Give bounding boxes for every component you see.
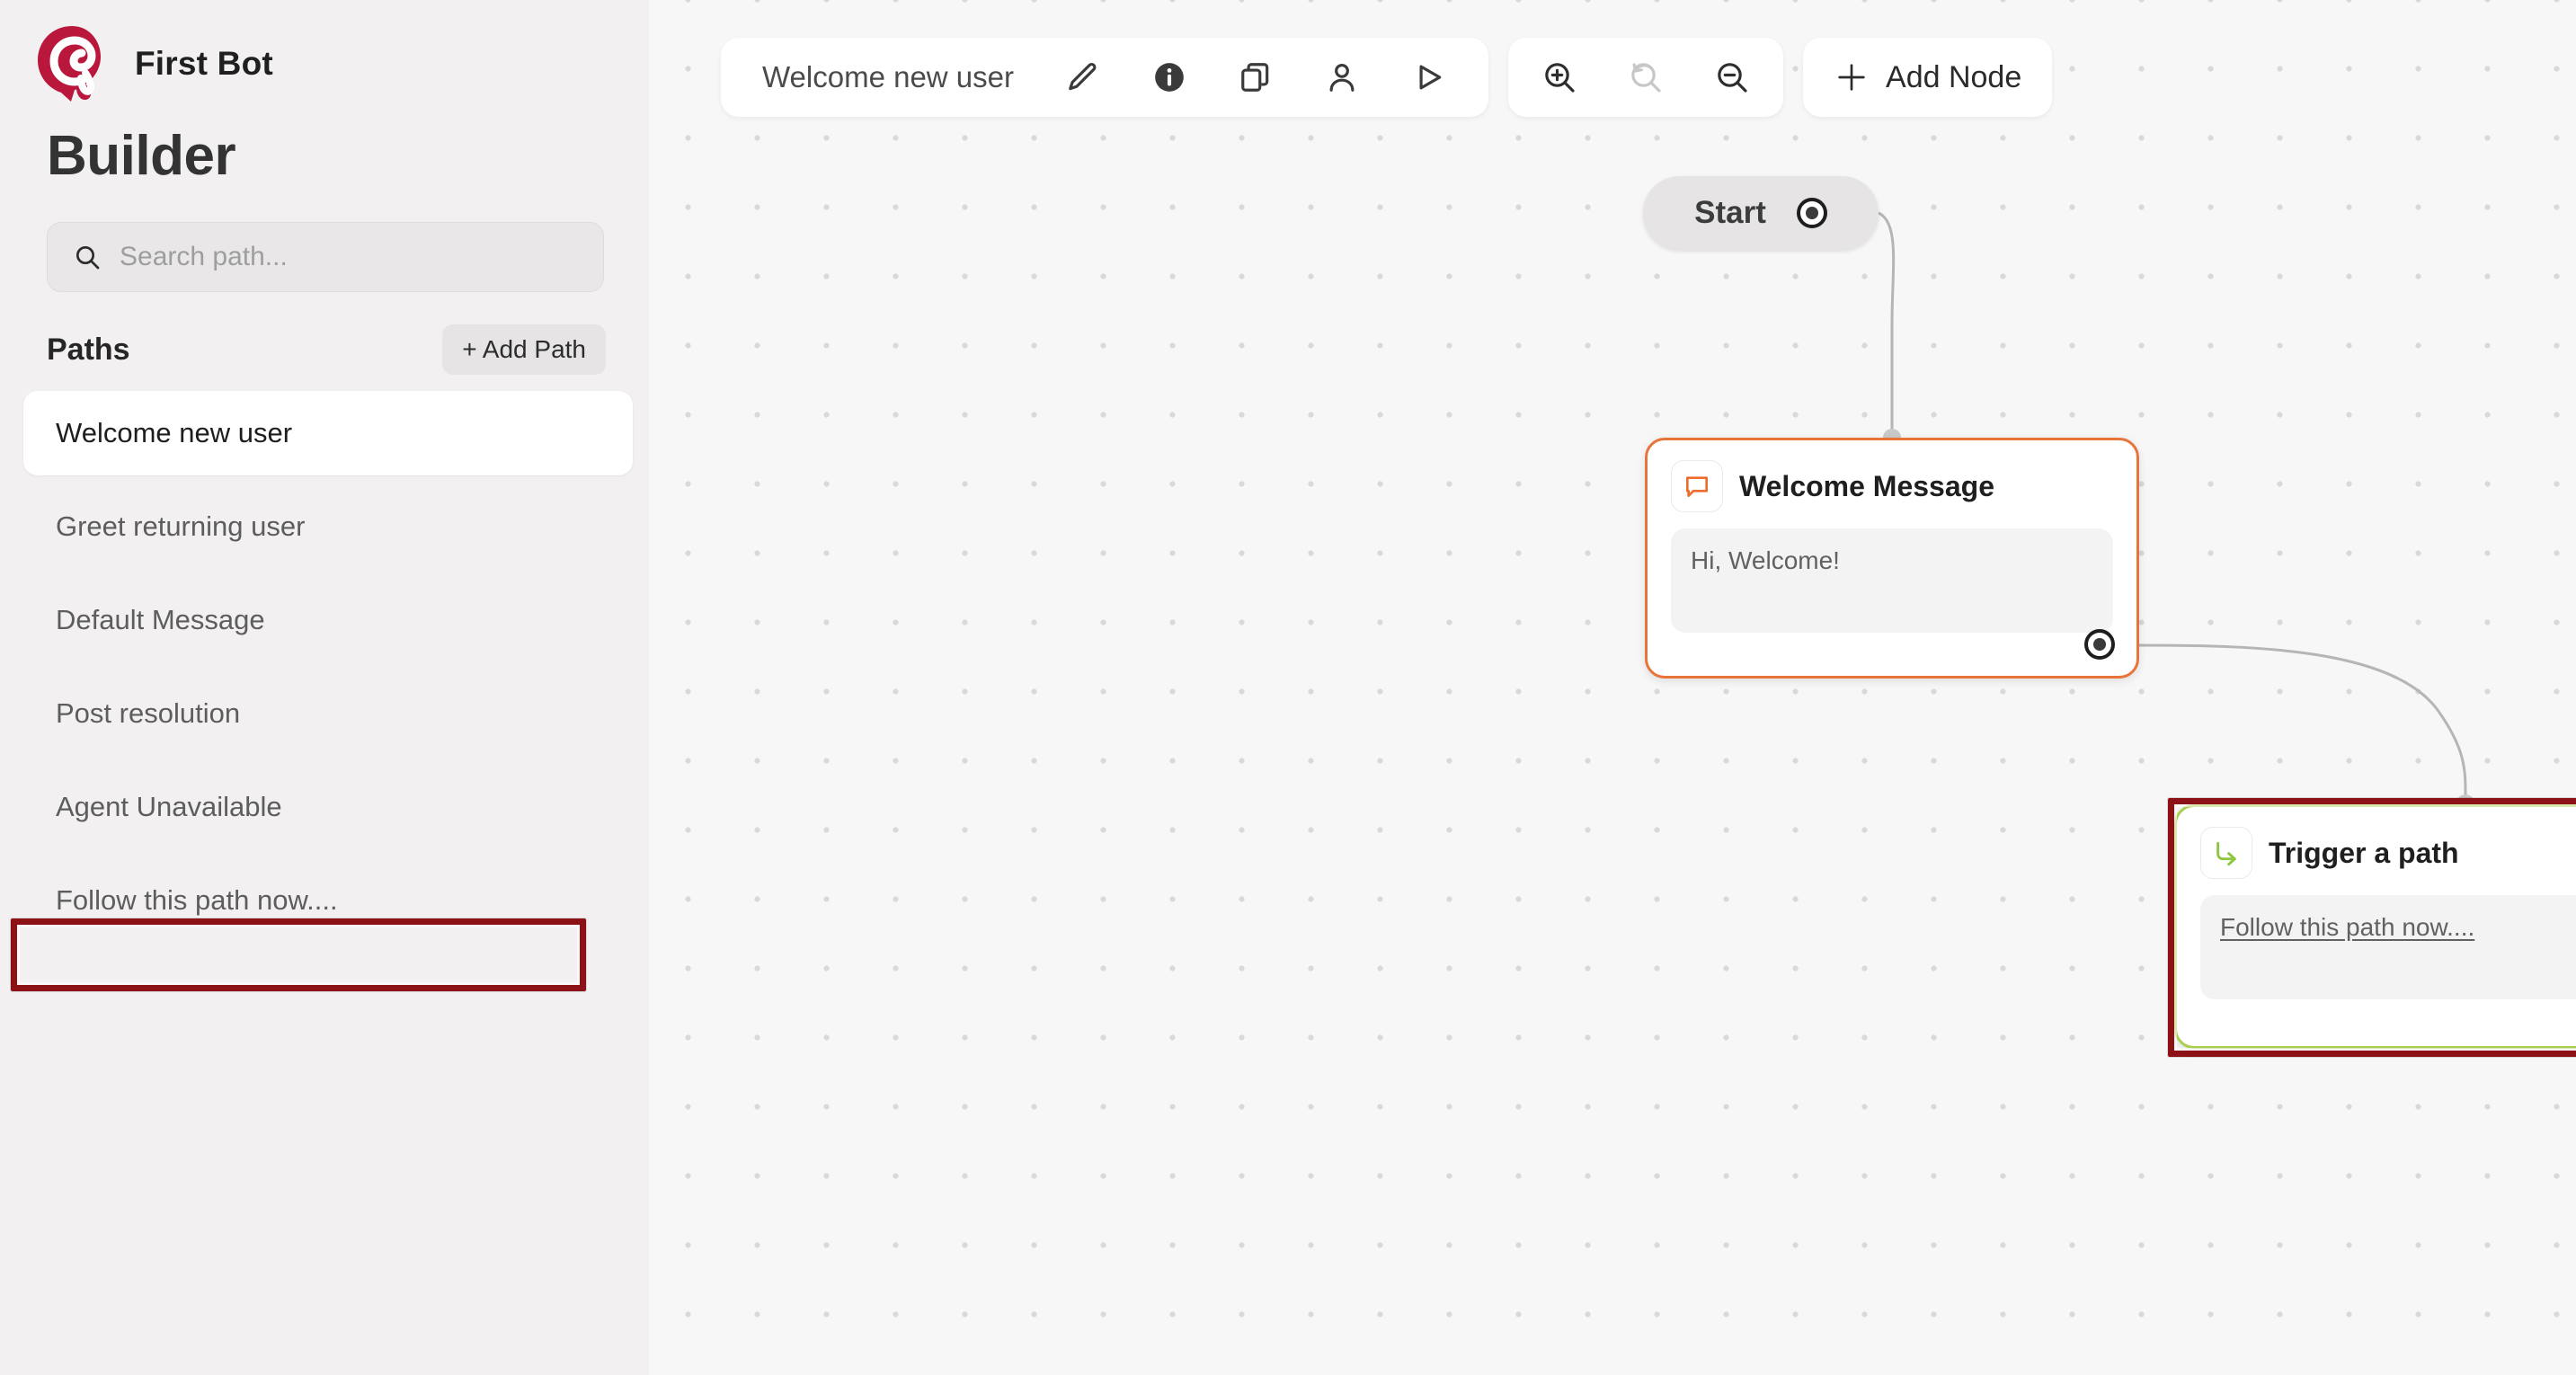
node-output-port[interactable] [2084, 629, 2115, 660]
duplicate-icon[interactable] [1231, 53, 1280, 102]
node-title: Trigger a path [2269, 837, 2459, 870]
brand-header: First Bot [0, 0, 649, 104]
path-item-label: Post resolution [56, 697, 240, 730]
node-header: Welcome Message [1671, 460, 2113, 512]
add-node-label: Add Node [1886, 60, 2021, 95]
start-node[interactable]: Start [1643, 176, 1879, 250]
arrow-branch-icon [2200, 827, 2252, 879]
page-title: Builder [0, 104, 649, 188]
bot-name: First Bot [135, 45, 273, 83]
search-input[interactable] [120, 242, 578, 272]
flow-edges [649, 0, 2576, 1375]
path-item-label: Agent Unavailable [56, 791, 282, 823]
paths-section-header: Paths + Add Path [0, 292, 649, 375]
edit-icon[interactable] [1059, 53, 1107, 102]
sidebar-path-item[interactable]: Greet returning user [23, 484, 633, 569]
paths-label: Paths [47, 333, 130, 368]
node-message-text[interactable]: Follow this path now.... [2200, 895, 2576, 999]
sidebar-path-item[interactable]: Agent Unavailable [23, 765, 633, 849]
add-node-button[interactable]: Add Node [1803, 38, 2052, 117]
sidebar-path-item[interactable]: Default Message [23, 578, 633, 662]
search-path-box[interactable] [47, 222, 604, 292]
path-toolbar: Welcome new user [721, 38, 1488, 117]
speech-bubble-logo [34, 23, 110, 104]
node-title: Welcome Message [1739, 470, 1994, 503]
info-icon[interactable] [1145, 53, 1194, 102]
node-message-text[interactable]: Hi, Welcome! [1671, 528, 2113, 633]
flow-canvas[interactable]: Welcome new user [649, 0, 2576, 1375]
path-item-label: Default Message [56, 604, 265, 636]
sidebar-path-item[interactable]: Follow this path now.... [23, 858, 633, 943]
search-icon [73, 243, 102, 271]
path-item-label: Welcome new user [56, 417, 292, 449]
plus-icon [1834, 59, 1870, 95]
path-item-label: Greet returning user [56, 510, 305, 543]
search-wrapper [0, 188, 649, 292]
builder-app: First Bot Builder Paths + Add Path Welco… [0, 0, 2576, 1375]
node-welcome-message[interactable]: Welcome Message Hi, Welcome! [1645, 438, 2139, 679]
node-header: Trigger a path [2200, 827, 2576, 879]
path-item-label: Follow this path now.... [56, 884, 338, 917]
add-path-button[interactable]: + Add Path [442, 324, 606, 375]
chat-bubble-icon [1671, 460, 1723, 512]
zoom-toolbar [1508, 38, 1783, 117]
paths-list: Welcome new user Greet returning user De… [0, 391, 649, 943]
sidebar: First Bot Builder Paths + Add Path Welco… [0, 0, 649, 1375]
play-icon[interactable] [1404, 53, 1452, 102]
start-node-output-port[interactable] [1797, 198, 1827, 228]
zoom-in-icon[interactable] [1535, 53, 1584, 102]
canvas-toolbars: Welcome new user [721, 38, 2052, 117]
node-trigger-a-path[interactable]: Trigger a path Follow this path now.... [2174, 804, 2576, 1049]
user-icon[interactable] [1318, 53, 1366, 102]
sidebar-path-item[interactable]: Post resolution [23, 671, 633, 756]
current-path-name: Welcome new user [762, 60, 1014, 94]
sidebar-path-item[interactable]: Welcome new user [23, 391, 633, 475]
zoom-reset-icon[interactable] [1621, 53, 1670, 102]
zoom-out-icon[interactable] [1708, 53, 1756, 102]
start-node-label: Start [1694, 195, 1766, 231]
